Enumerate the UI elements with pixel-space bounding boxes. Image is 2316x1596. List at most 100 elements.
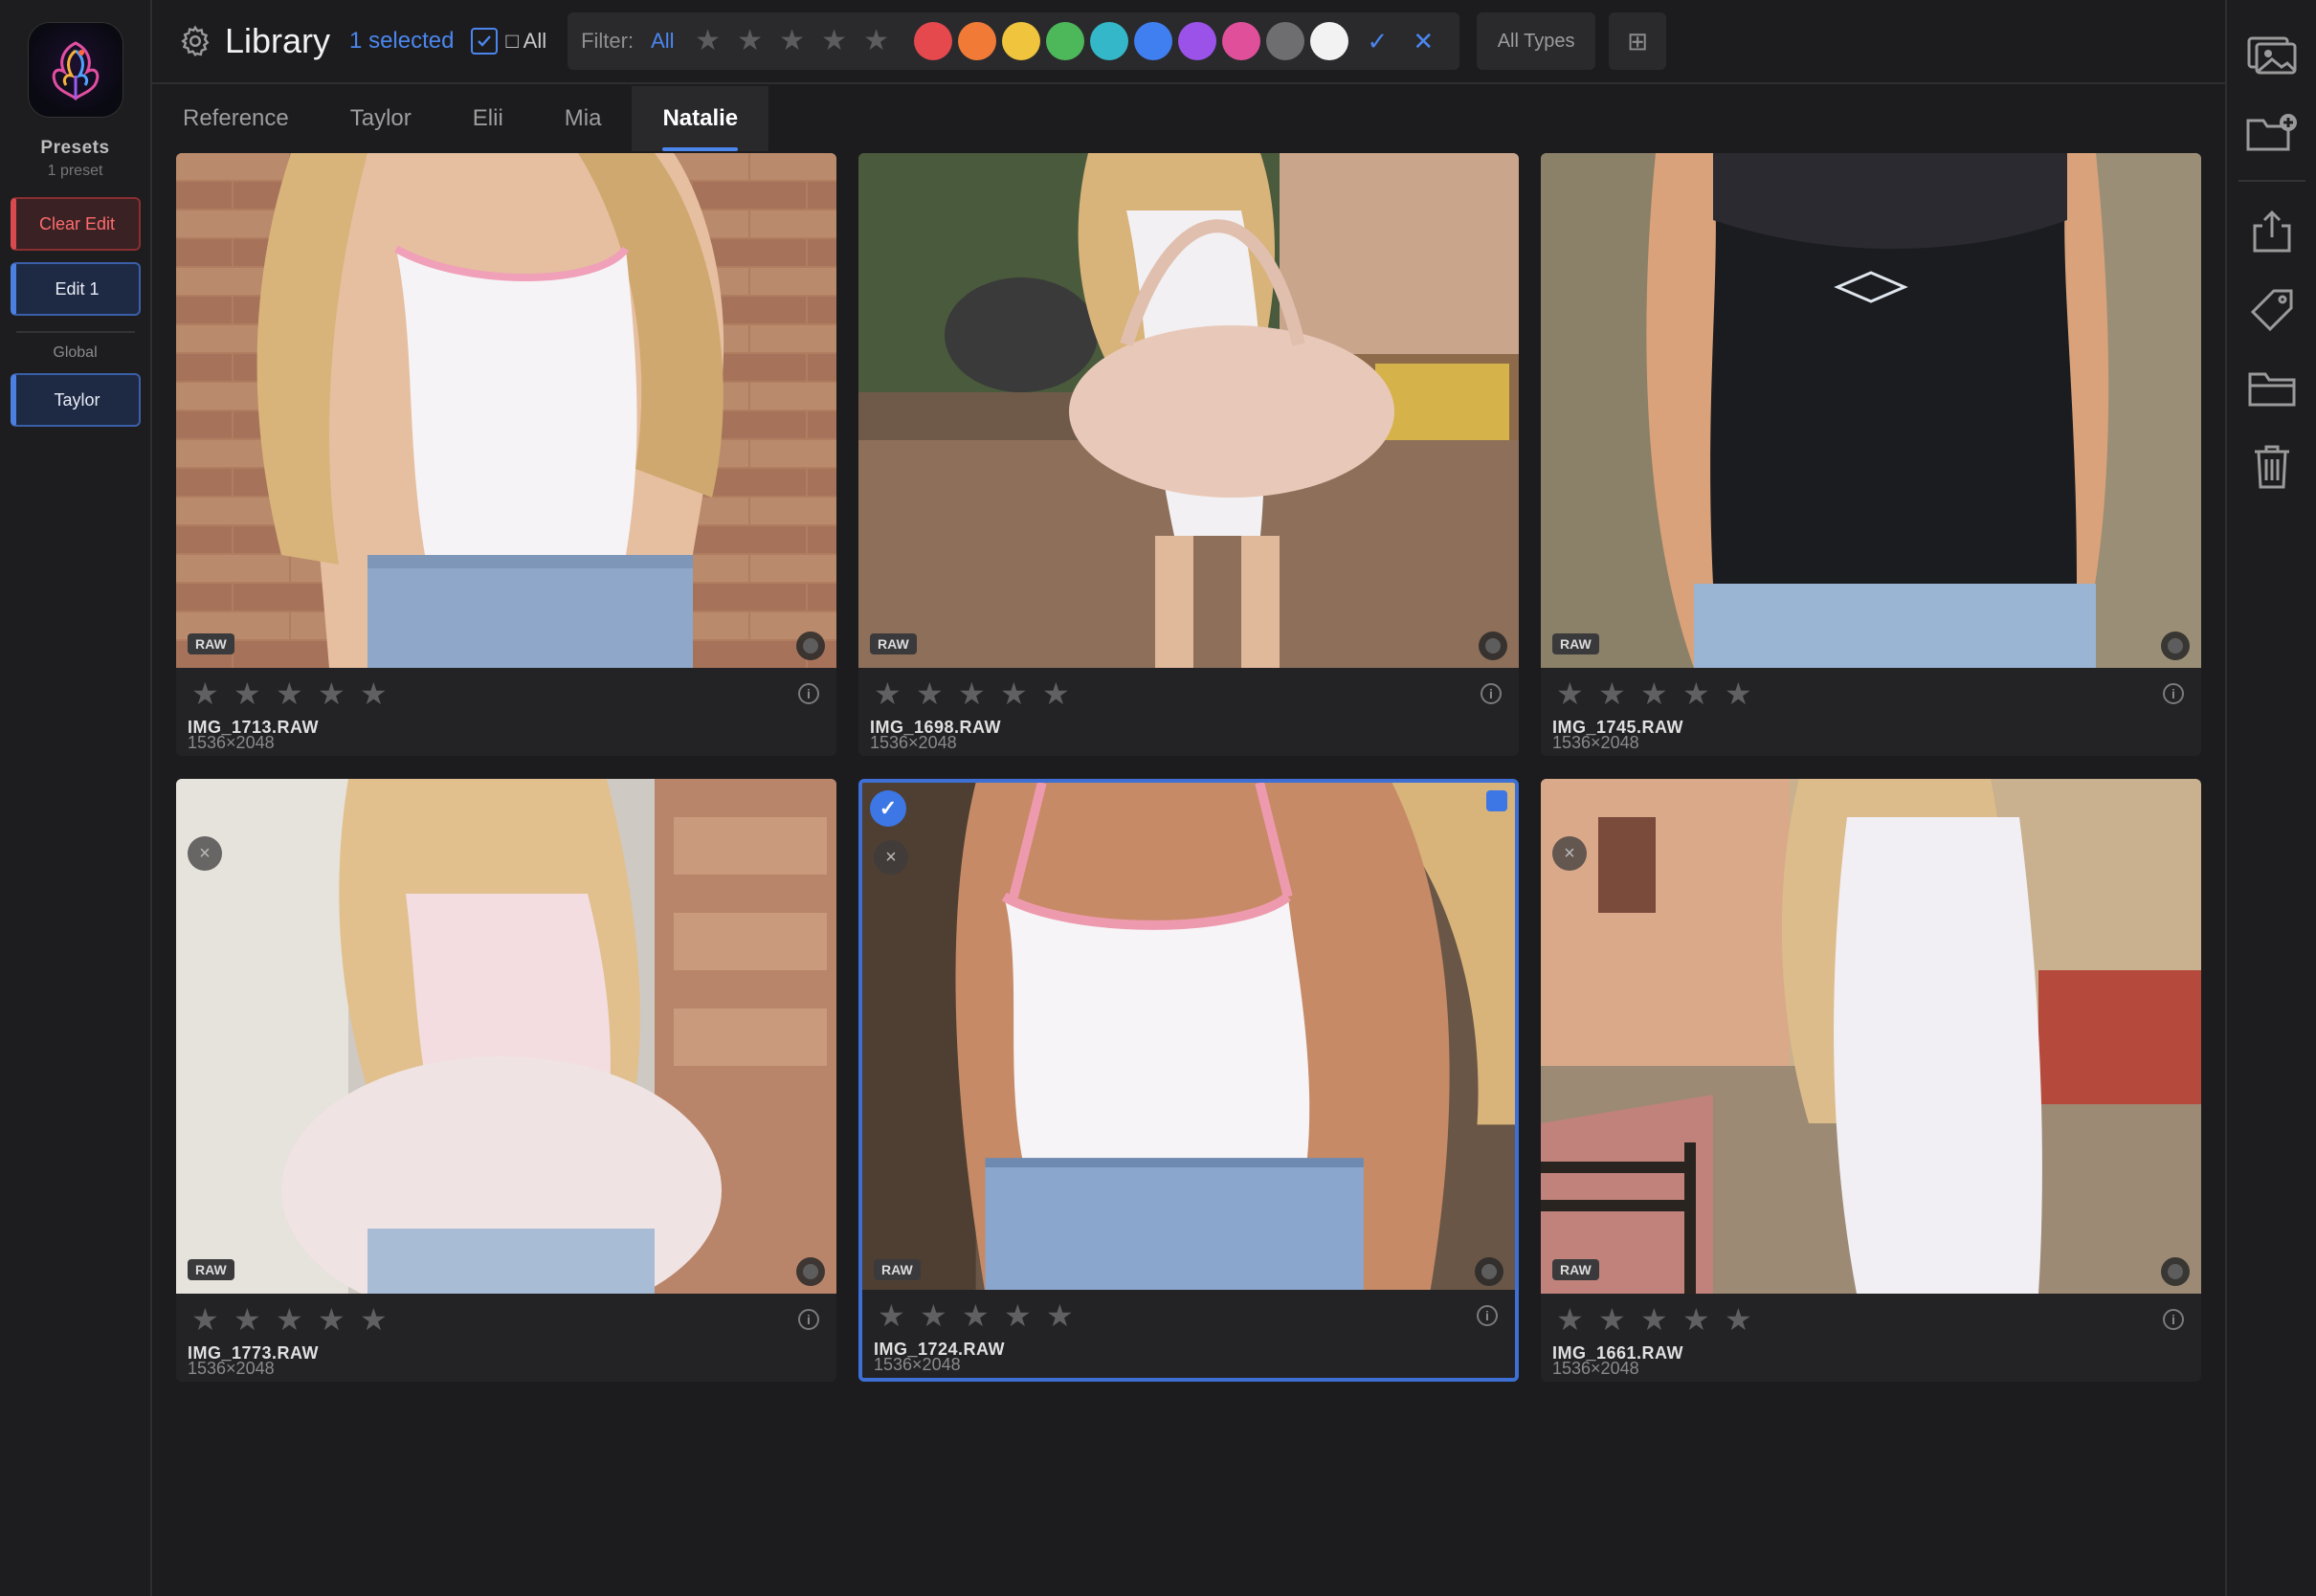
star-icon[interactable]: ★	[962, 1300, 991, 1331]
edit-1-preset-button[interactable]: Edit 1	[10, 262, 141, 316]
color-filter-blue[interactable]	[1133, 22, 1172, 60]
taylor-preset-button[interactable]: Taylor	[10, 373, 141, 427]
star-icon[interactable]: ★	[360, 1304, 389, 1335]
photo-thumbnail[interactable]	[1541, 779, 2201, 1294]
confirm-filter-icon[interactable]: ✓	[1368, 27, 1389, 56]
info-icon[interactable]: i	[798, 683, 819, 704]
info-icon[interactable]: i	[2163, 1309, 2184, 1330]
star-icon[interactable]: ★	[318, 678, 346, 709]
star-icon[interactable]: ★	[1640, 1304, 1669, 1335]
gear-icon[interactable]	[177, 23, 213, 59]
star-icon[interactable]: ★	[1556, 1304, 1585, 1335]
tag-icon[interactable]	[2243, 281, 2301, 339]
clear-edit-button[interactable]: Clear Edit	[10, 197, 141, 251]
star-icon[interactable]: ★	[920, 1300, 948, 1331]
star-icon[interactable]: ★	[1682, 678, 1711, 709]
info-icon[interactable]: i	[2163, 683, 2184, 704]
star-icon[interactable]: ★	[1004, 1300, 1033, 1331]
trash-icon[interactable]	[2243, 438, 2301, 496]
tab-natalie[interactable]: Natalie	[632, 86, 769, 151]
star-icon[interactable]: ★	[820, 27, 849, 55]
edit-status-icon[interactable]	[796, 632, 825, 660]
star-icon[interactable]: ★	[234, 1304, 262, 1335]
photo-card[interactable]: ⤡ RAW ★ ★ ★ ★ ★ i IMG_1745.RAW 1536×2048	[1541, 153, 2201, 756]
star-icon[interactable]: ★	[1000, 678, 1029, 709]
color-filter-purple[interactable]	[1177, 22, 1216, 60]
star-icon[interactable]: ★	[1598, 1304, 1627, 1335]
photo-card-selected[interactable]: ✓ × ⤡ RAW ★ ★ ★ ★ ★ i IMG_1724.RAW 1536×…	[858, 779, 1519, 1382]
photo-card[interactable]: ⤡ RAW ★ ★ ★ ★ ★ i IMG_1713.RAW 1536×2048	[176, 153, 836, 756]
star-icon[interactable]: ★	[916, 678, 945, 709]
export-icon[interactable]	[2243, 203, 2301, 260]
tab-mia[interactable]: Mia	[534, 86, 633, 151]
star-icon[interactable]: ★	[1042, 678, 1071, 709]
tab-reference[interactable]: Reference	[152, 86, 320, 151]
grid-view-icon[interactable]: ⊞	[1609, 12, 1667, 70]
select-all-label[interactable]: □ All	[505, 29, 546, 54]
photo-thumbnail[interactable]	[176, 153, 836, 668]
star-icon[interactable]: ★	[958, 678, 987, 709]
star-icon[interactable]: ★	[276, 678, 304, 709]
selection-indicator-icon[interactable]	[1486, 790, 1507, 811]
star-icon[interactable]: ★	[778, 27, 807, 55]
photo-thumbnail[interactable]	[858, 153, 1519, 668]
info-icon[interactable]: i	[1477, 1305, 1498, 1326]
star-icon[interactable]: ★	[318, 1304, 346, 1335]
star-icon[interactable]: ★	[874, 678, 902, 709]
star-icon[interactable]: ★	[862, 27, 891, 55]
star-icon[interactable]: ★	[1598, 678, 1627, 709]
new-folder-icon[interactable]	[2243, 103, 2301, 161]
star-icon[interactable]: ★	[694, 27, 723, 55]
close-icon[interactable]: ×	[188, 836, 222, 871]
page-title: Library	[225, 21, 331, 60]
star-icon[interactable]: ★	[276, 1304, 304, 1335]
filter-all-option[interactable]: All	[651, 29, 674, 54]
selected-check-icon[interactable]: ✓	[870, 790, 906, 827]
info-icon[interactable]: i	[1481, 683, 1502, 704]
color-filter-orange[interactable]	[957, 22, 996, 60]
close-icon[interactable]: ×	[874, 840, 908, 875]
star-icon[interactable]: ★	[1046, 1300, 1075, 1331]
file-type-dropdown[interactable]: All Types	[1477, 12, 1596, 70]
star-icon[interactable]: ★	[878, 1300, 906, 1331]
color-filter-red[interactable]	[913, 22, 952, 60]
star-icon[interactable]: ★	[191, 678, 220, 709]
photo-card[interactable]: × ⤡ RAW ★ ★ ★ ★ ★ i IMG_1773.RAW 1536×20…	[176, 779, 836, 1382]
photo-thumbnail[interactable]	[1541, 153, 2201, 668]
star-icon[interactable]: ★	[234, 678, 262, 709]
photo-card[interactable]: ⤡ RAW ★ ★ ★ ★ ★ i IMG_1698.RAW 1536×2048	[858, 153, 1519, 756]
edit-status-icon[interactable]	[2161, 632, 2190, 660]
color-filter-yellow[interactable]	[1001, 22, 1040, 60]
clear-filter-icon[interactable]: ✕	[1413, 27, 1434, 56]
presets-sidebar: Presets 1 preset Clear Edit Edit 1 Globa…	[0, 0, 152, 1596]
star-icon[interactable]: ★	[191, 1304, 220, 1335]
photo-card[interactable]: × ⤡ RAW ★ ★ ★ ★ ★ i IMG_1661.RAW 1536×20…	[1541, 779, 2201, 1382]
selection-count[interactable]: 1 selected	[349, 28, 454, 55]
color-filter-green[interactable]	[1045, 22, 1084, 60]
edit-status-icon[interactable]	[1475, 1257, 1503, 1286]
close-icon[interactable]: ×	[1552, 836, 1587, 871]
star-icon[interactable]: ★	[360, 678, 389, 709]
star-icon[interactable]: ★	[1640, 678, 1669, 709]
file-dimensions: 1536×2048	[1552, 1359, 1639, 1378]
star-icon[interactable]: ★	[1725, 1304, 1753, 1335]
photo-thumbnail[interactable]	[862, 783, 1515, 1294]
photo-thumbnail[interactable]	[176, 779, 836, 1294]
star-icon[interactable]: ★	[736, 27, 765, 55]
color-filter-white[interactable]	[1309, 22, 1348, 60]
edit-status-icon[interactable]	[1479, 632, 1507, 660]
tab-taylor[interactable]: Taylor	[320, 86, 442, 151]
info-icon[interactable]: i	[798, 1309, 819, 1330]
star-icon[interactable]: ★	[1556, 678, 1585, 709]
color-filter-gray[interactable]	[1265, 22, 1304, 60]
photo-import-icon[interactable]	[2243, 25, 2301, 82]
star-icon[interactable]: ★	[1682, 1304, 1711, 1335]
edit-status-icon[interactable]	[796, 1257, 825, 1286]
select-all-checkbox[interactable]	[471, 28, 499, 55]
star-icon[interactable]: ★	[1725, 678, 1753, 709]
folder-icon[interactable]	[2243, 360, 2301, 417]
tab-elii[interactable]: Elii	[442, 86, 534, 151]
color-filter-pink[interactable]	[1221, 22, 1260, 60]
color-filter-teal[interactable]	[1089, 22, 1128, 60]
edit-status-icon[interactable]	[2161, 1257, 2190, 1286]
